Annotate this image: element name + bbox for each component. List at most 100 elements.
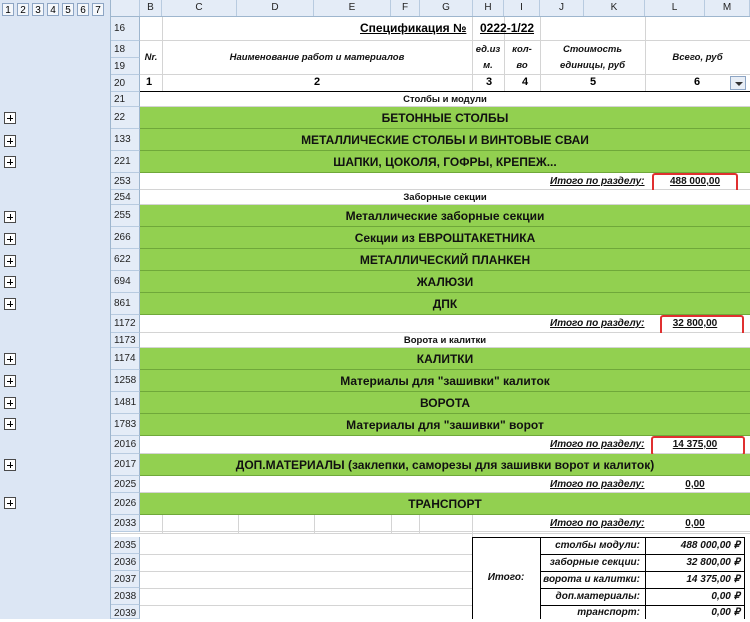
group-row-694[interactable]: ЖАЛЮЗИ <box>140 271 750 293</box>
row-header-1173[interactable]: 1173 <box>111 333 140 348</box>
outline-level-7-button[interactable]: 7 <box>92 3 104 16</box>
expand-row-2026-icon[interactable] <box>4 497 16 509</box>
group-row-622[interactable]: МЕТАЛЛИЧЕСКИЙ ПЛАНКЕН <box>140 249 750 271</box>
row-header-16[interactable]: 16 <box>111 17 140 41</box>
row-header-2033[interactable]: 2033 <box>111 515 140 532</box>
expand-row-1783-icon[interactable] <box>4 418 16 430</box>
row-header-18[interactable]: 18 <box>111 41 140 58</box>
column-header-d[interactable]: D <box>237 0 314 16</box>
row-header-2026[interactable]: 2026 <box>111 493 140 515</box>
group-row-1481[interactable]: ВОРОТА <box>140 392 750 414</box>
column-header-b[interactable]: B <box>140 0 162 16</box>
group-row-255[interactable]: Металлические заборные секции <box>140 205 750 227</box>
row-header-694[interactable]: 694 <box>111 271 140 293</box>
expand-row-694-icon[interactable] <box>4 276 16 288</box>
header-qty-line2: во <box>516 60 528 71</box>
row-header-1174[interactable]: 1174 <box>111 348 140 370</box>
expand-row-861-icon[interactable] <box>4 298 16 310</box>
expand-row-622-icon[interactable] <box>4 255 16 267</box>
column-header-e[interactable]: E <box>314 0 391 16</box>
group-row-266[interactable]: Секции из ЕВРОШТАКЕТНИКА <box>140 227 750 249</box>
outline-level-3-button[interactable]: 3 <box>32 3 44 16</box>
summary-item-value: 0,00 ₽ <box>711 607 740 618</box>
column-header-c[interactable]: C <box>162 0 237 16</box>
column-header-f[interactable]: F <box>391 0 420 16</box>
col-num-6: 6 <box>694 76 701 88</box>
column-header-h[interactable]: H <box>473 0 504 16</box>
group-title: Металлические заборные секции <box>345 209 545 223</box>
outline-level-1-button[interactable]: 1 <box>2 3 14 16</box>
expand-row-266-icon[interactable] <box>4 233 16 245</box>
outline-level-4-button[interactable]: 4 <box>47 3 59 16</box>
row-header-2035[interactable]: 2035 <box>111 537 140 554</box>
column-header-m[interactable]: M <box>705 0 750 16</box>
column-header-j[interactable]: J <box>540 0 584 16</box>
row-header-2038[interactable]: 2038 <box>111 588 140 605</box>
filter-dropdown[interactable] <box>730 76 746 90</box>
row-header-2016[interactable]: 2016 <box>111 436 140 454</box>
section-title: Ворота и калитки <box>403 335 487 346</box>
expand-row-1481-icon[interactable] <box>4 397 16 409</box>
row-header-255[interactable]: 255 <box>111 205 140 227</box>
subtotal-label: Итого по разделу: <box>550 318 645 329</box>
group-title: ШАПКИ, ЦОКОЛЯ, ГОФРЫ, КРЕПЕЖ... <box>333 155 557 169</box>
subtotal-label: Итого по разделу: <box>550 479 645 490</box>
row-header-2039[interactable]: 2039 <box>111 605 140 619</box>
row-header-1172[interactable]: 1172 <box>111 315 140 333</box>
expand-row-221-icon[interactable] <box>4 156 16 168</box>
row-header-2036[interactable]: 2036 <box>111 554 140 571</box>
row-header-861[interactable]: 861 <box>111 293 140 315</box>
row-header-622[interactable]: 622 <box>111 249 140 271</box>
header-name: Наименование работ и материалов <box>229 52 405 63</box>
group-row-1258[interactable]: Материалы для "зашивки" калиток <box>140 370 750 392</box>
expand-row-2017-icon[interactable] <box>4 459 16 471</box>
expand-row-255-icon[interactable] <box>4 211 16 223</box>
row-header-2017[interactable]: 2017 <box>111 454 140 476</box>
row-header-19[interactable]: 19 <box>111 58 140 75</box>
row-header-254[interactable]: 254 <box>111 190 140 205</box>
group-row-22[interactable]: БЕТОННЫЕ СТОЛБЫ <box>140 107 750 129</box>
column-header-i[interactable]: I <box>504 0 540 16</box>
row-header-133[interactable]: 133 <box>111 129 140 151</box>
row-header-221[interactable]: 221 <box>111 151 140 173</box>
row-header-253[interactable]: 253 <box>111 173 140 190</box>
group-title: ДПК <box>432 297 458 311</box>
row-header-20[interactable]: 20 <box>111 75 140 92</box>
subtotal-row-2025: Итого по разделу: 0,00 <box>140 476 750 493</box>
row-header-21[interactable]: 21 <box>111 92 140 107</box>
expand-row-1174-icon[interactable] <box>4 353 16 365</box>
row-header-22[interactable]: 22 <box>111 107 140 129</box>
row-header-1481[interactable]: 1481 <box>111 392 140 414</box>
group-row-133[interactable]: МЕТАЛЛИЧЕСКИЕ СТОЛБЫ И ВИНТОВЫЕ СВАИ <box>140 129 750 151</box>
group-row-221[interactable]: ШАПКИ, ЦОКОЛЯ, ГОФРЫ, КРЕПЕЖ... <box>140 151 750 173</box>
summary-item-value: 0,00 ₽ <box>711 591 740 602</box>
group-row-1174[interactable]: КАЛИТКИ <box>140 348 750 370</box>
row-header-2037[interactable]: 2037 <box>111 571 140 588</box>
row-header-266[interactable]: 266 <box>111 227 140 249</box>
subtotal-value: 0,00 <box>685 518 705 529</box>
group-row-2026[interactable]: ТРАНСПОРТ <box>140 493 750 515</box>
select-all-corner[interactable] <box>111 0 140 16</box>
col-num-5: 5 <box>590 76 597 88</box>
outline-level-2-button[interactable]: 2 <box>17 3 29 16</box>
outline-level-5-button[interactable]: 5 <box>62 3 74 16</box>
row-header-1258[interactable]: 1258 <box>111 370 140 392</box>
highlight-box <box>651 436 745 456</box>
header-cost-line2: единицы, руб <box>560 60 625 71</box>
group-row-1783[interactable]: Материалы для "зашивки" ворот <box>140 414 750 436</box>
row-header-2025[interactable]: 2025 <box>111 476 140 493</box>
group-title: Секции из ЕВРОШТАКЕТНИКА <box>354 231 536 245</box>
outline-level-6-button[interactable]: 6 <box>77 3 89 16</box>
outline-pane: 1 2 3 4 5 6 7 <box>0 0 111 619</box>
column-header-l[interactable]: L <box>645 0 705 16</box>
row-header-1783[interactable]: 1783 <box>111 414 140 436</box>
group-row-861[interactable]: ДПК <box>140 293 750 315</box>
expand-row-22-icon[interactable] <box>4 112 16 124</box>
expand-row-1258-icon[interactable] <box>4 375 16 387</box>
group-row-2017[interactable]: ДОП.МАТЕРИАЛЫ (заклепки, саморезы для за… <box>140 454 750 476</box>
subtotal-row-2033: Итого по разделу: 0,00 <box>140 515 750 532</box>
spec-number: 0222-1/22 <box>480 21 535 35</box>
column-header-g[interactable]: G <box>420 0 473 16</box>
expand-row-133-icon[interactable] <box>4 135 16 147</box>
column-header-k[interactable]: K <box>584 0 645 16</box>
